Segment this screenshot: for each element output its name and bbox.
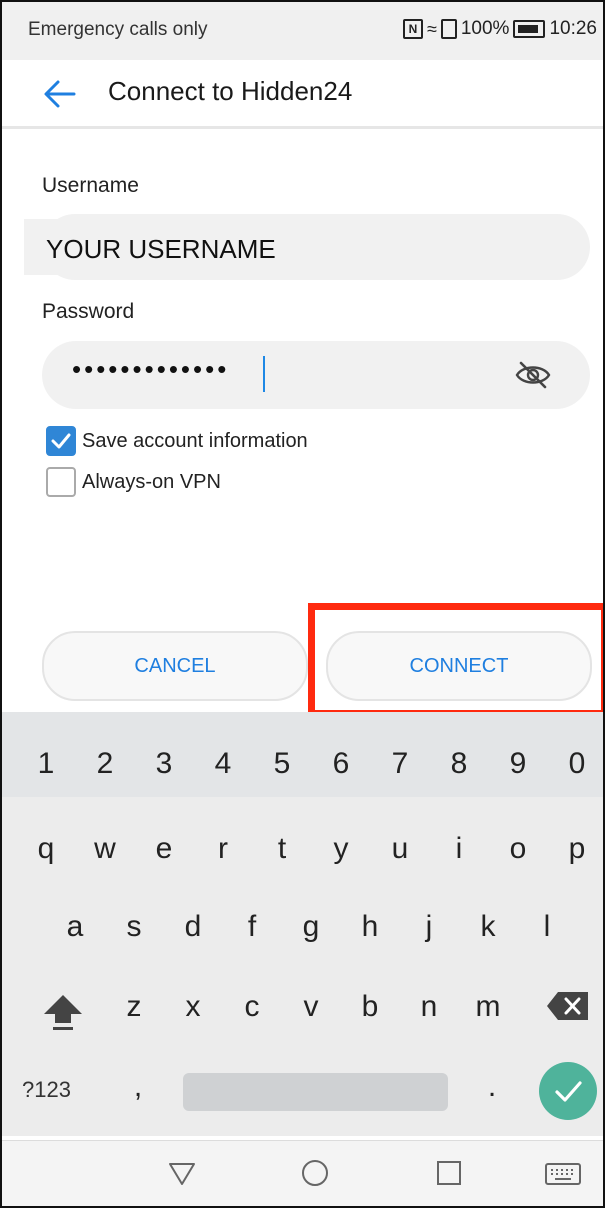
key-n[interactable]: n: [409, 990, 449, 1024]
key-5[interactable]: 5: [262, 747, 302, 781]
wifi-icon: ≈: [426, 18, 437, 39]
key-6[interactable]: 6: [321, 747, 361, 781]
period-key[interactable]: .: [472, 1070, 512, 1104]
battery-icon: [513, 20, 546, 38]
symbols-key[interactable]: ?123: [22, 1077, 71, 1103]
cancel-button[interactable]: CANCEL: [42, 631, 308, 701]
key-i[interactable]: i: [439, 832, 479, 866]
space-bar[interactable]: [183, 1073, 448, 1111]
checkmark-icon: [51, 433, 71, 449]
text-cursor: [263, 356, 265, 392]
comma-key[interactable]: ,: [118, 1070, 158, 1104]
save-account-label[interactable]: Save account information: [82, 430, 308, 453]
key-s[interactable]: s: [114, 910, 154, 944]
status-icons: N ≈ 100% 10:26: [402, 18, 597, 40]
key-q[interactable]: q: [26, 832, 66, 866]
home-circle-icon[interactable]: [300, 1158, 330, 1188]
key-2[interactable]: 2: [85, 747, 125, 781]
phone-icon: [440, 19, 457, 39]
key-t[interactable]: t: [262, 832, 302, 866]
key-p[interactable]: p: [557, 832, 597, 866]
key-1[interactable]: 1: [26, 747, 66, 781]
key-y[interactable]: y: [321, 832, 361, 866]
page-title: Connect to Hidden24: [108, 76, 353, 106]
status-bar: Emergency calls only N ≈ 100% 10:26: [2, 2, 603, 60]
key-0[interactable]: 0: [557, 747, 597, 781]
header-divider: [2, 126, 603, 129]
key-g[interactable]: g: [291, 910, 331, 944]
keyboard-icon[interactable]: [544, 1162, 582, 1186]
back-triangle-icon[interactable]: [167, 1160, 197, 1188]
checkmark-icon: [555, 1081, 582, 1102]
key-7[interactable]: 7: [380, 747, 420, 781]
key-3[interactable]: 3: [144, 747, 184, 781]
key-z[interactable]: z: [114, 990, 154, 1024]
key-j[interactable]: j: [409, 910, 449, 944]
key-e[interactable]: e: [144, 832, 184, 866]
key-k[interactable]: k: [468, 910, 508, 944]
always-on-vpn-checkbox[interactable]: [46, 467, 76, 497]
key-c[interactable]: c: [232, 990, 272, 1024]
screen: Emergency calls only N ≈ 100% 10:26 Conn…: [0, 0, 605, 1208]
username-label: Username: [42, 174, 139, 197]
key-h[interactable]: h: [350, 910, 390, 944]
nfc-icon: N: [402, 19, 423, 39]
key-v[interactable]: v: [291, 990, 331, 1024]
key-9[interactable]: 9: [498, 747, 538, 781]
key-a[interactable]: a: [55, 910, 95, 944]
key-4[interactable]: 4: [203, 747, 243, 781]
key-m[interactable]: m: [468, 990, 508, 1024]
battery-percent: 100%: [460, 18, 510, 39]
key-l[interactable]: l: [527, 910, 567, 944]
key-r[interactable]: r: [203, 832, 243, 866]
key-u[interactable]: u: [380, 832, 420, 866]
shift-icon[interactable]: [42, 992, 84, 1032]
key-o[interactable]: o: [498, 832, 538, 866]
carrier-status: Emergency calls only: [28, 19, 208, 40]
always-on-vpn-label[interactable]: Always-on VPN: [82, 471, 221, 494]
key-8[interactable]: 8: [439, 747, 479, 781]
password-value: •••••••••••••: [72, 354, 230, 384]
key-b[interactable]: b: [350, 990, 390, 1024]
connect-highlight-box: [308, 603, 603, 717]
hide-password-icon[interactable]: [514, 359, 552, 391]
save-account-checkbox[interactable]: [46, 426, 76, 456]
app-header: Connect to Hidden24: [2, 60, 603, 126]
key-x[interactable]: x: [173, 990, 213, 1024]
recents-square-icon[interactable]: [435, 1159, 463, 1187]
key-f[interactable]: f: [232, 910, 272, 944]
enter-key[interactable]: [539, 1062, 597, 1120]
key-d[interactable]: d: [173, 910, 213, 944]
clock: 10:26: [549, 18, 597, 39]
key-w[interactable]: w: [85, 832, 125, 866]
back-arrow-icon[interactable]: [40, 74, 80, 114]
password-label: Password: [42, 300, 135, 323]
username-value: YOUR USERNAME: [46, 234, 276, 264]
backspace-icon[interactable]: [546, 990, 590, 1022]
